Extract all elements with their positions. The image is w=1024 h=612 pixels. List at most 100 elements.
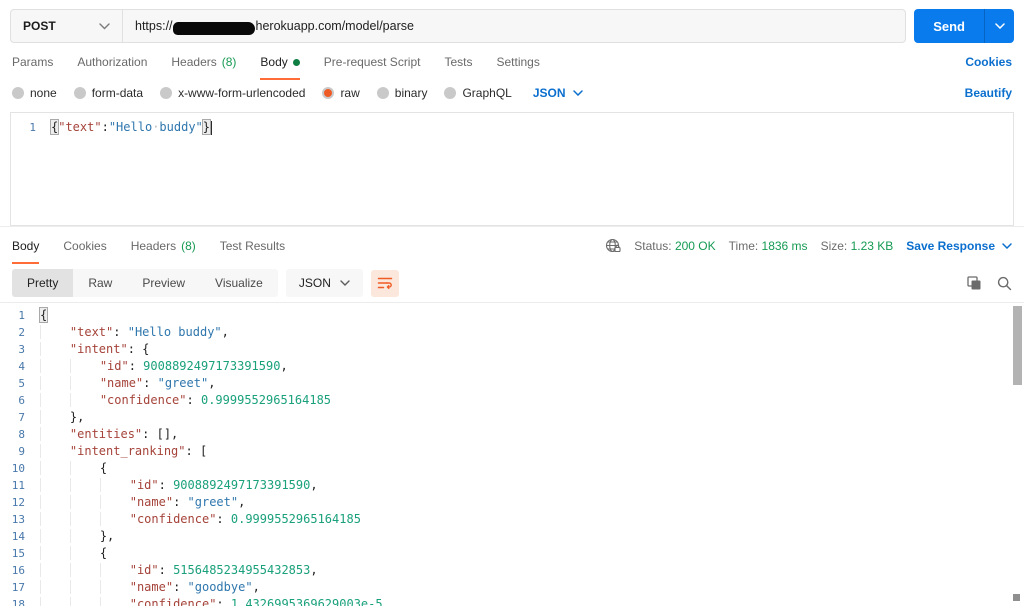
tab-settings[interactable]: Settings	[497, 44, 540, 80]
copy-button[interactable]	[967, 275, 982, 291]
code-text: {"text":"Hello·buddy"}	[49, 119, 212, 135]
code-line: 5 "name": "greet",	[0, 375, 1024, 392]
wrap-text-button[interactable]	[370, 269, 399, 297]
response-tab-test-results[interactable]: Test Results	[220, 227, 285, 264]
line-number: 16	[11, 564, 25, 577]
tab-headers[interactable]: Headers (8)	[171, 44, 236, 80]
code-line: 9 "intent_ranking": [	[0, 443, 1024, 460]
tab-label: Params	[12, 55, 54, 69]
tab-label: Headers	[171, 55, 217, 69]
view-tab-preview[interactable]: Preview	[127, 269, 201, 297]
meta-label: Time:	[728, 238, 762, 253]
code-text: "confidence": 1.4326995369629003e-5	[40, 596, 383, 606]
radio-icon	[73, 87, 86, 99]
response-tabs: Body Cookies Headers (8) Test Results Status…	[0, 226, 1024, 264]
vertical-scrollbar-thumb[interactable]	[1013, 306, 1022, 385]
code-text: {	[40, 545, 107, 562]
code-line: 14 },	[0, 528, 1024, 545]
radio-icon	[322, 87, 335, 99]
response-language-selector[interactable]: JSON	[285, 269, 363, 297]
method-label: POST	[23, 19, 56, 33]
code-text: "confidence": 0.9999552965164185	[40, 392, 331, 409]
tab-body[interactable]: Body	[260, 44, 300, 80]
tab-authorization[interactable]: Authorization	[77, 44, 147, 80]
response-body-editor[interactable]: 1{2 "text": "Hello buddy", 3 "intent": {4…	[0, 302, 1024, 606]
line-number: 17	[11, 581, 25, 594]
send-options-button[interactable]	[984, 9, 1014, 43]
search-button[interactable]	[997, 276, 1012, 291]
save-response-button[interactable]: Save Response	[906, 239, 1012, 253]
mode-label: none	[30, 86, 57, 100]
line-number: 4	[18, 360, 25, 373]
code-text: },	[40, 528, 114, 545]
line-number: 5	[18, 377, 25, 390]
line-number: 18	[11, 598, 25, 606]
send-button[interactable]: Send	[914, 9, 984, 43]
code-text: "name": "greet",	[40, 494, 245, 511]
code-line: 8 "entities": [],	[0, 426, 1024, 443]
beautify-link[interactable]: Beautify	[965, 86, 1012, 100]
response-tab-body[interactable]: Body	[12, 227, 40, 264]
code-line: 1{	[0, 307, 1024, 324]
request-tabs: Params Authorization Headers (8) Body Pre-req…	[0, 44, 1024, 80]
line-number: 3	[18, 343, 25, 356]
language-label: JSON	[532, 86, 566, 100]
code-line: 7 },	[0, 409, 1024, 426]
language-label: JSON	[298, 276, 331, 290]
code-line: 2 "text": "Hello buddy",	[0, 324, 1024, 341]
text-cursor	[211, 120, 213, 135]
tab-params[interactable]: Params	[12, 44, 53, 80]
body-mode-binary[interactable]: binary	[376, 86, 427, 100]
meta-value: 1836 ms	[761, 238, 808, 253]
code-text: "name": "goodbye",	[40, 579, 260, 596]
method-selector[interactable]: POST	[11, 10, 123, 42]
url-redaction	[172, 21, 255, 35]
view-tab-pretty[interactable]: Pretty	[12, 269, 74, 297]
view-tab-raw[interactable]: Raw	[73, 269, 128, 297]
line-number: 12	[11, 496, 25, 509]
url-prefix: https://	[135, 19, 173, 33]
chevron-down-icon	[1002, 242, 1012, 249]
body-mode-raw[interactable]: raw	[322, 86, 360, 100]
tab-label: Body	[260, 55, 288, 69]
line-number: 10	[11, 462, 25, 475]
code-line: 3 "intent": {	[0, 341, 1024, 358]
code-text: "intent": {	[40, 341, 149, 358]
send-button-group: Send	[914, 9, 1014, 43]
code-text: },	[40, 409, 84, 426]
code-text: {	[38, 307, 49, 323]
tab-label: Authorization	[77, 55, 148, 69]
body-mode-form-data[interactable]: form-data	[73, 86, 143, 100]
code-text: "id": 9008892497173391590,	[40, 358, 288, 375]
response-toolbar-icons	[967, 275, 1012, 291]
view-tab-visualize[interactable]: Visualize	[200, 269, 278, 297]
line-number: 13	[11, 513, 25, 526]
body-mode-graphql[interactable]: GraphQL	[444, 86, 512, 100]
body-mode-x-www-form-urlencoded[interactable]: x-www-form-urlencoded	[160, 86, 305, 100]
url-input[interactable]: https:// herokuapp.com/model/parse	[123, 10, 905, 42]
body-mode-none[interactable]: none	[12, 86, 57, 100]
response-view-row: Pretty Raw Preview Visualize JSON	[0, 264, 1024, 302]
tab-label: Tests	[444, 55, 473, 69]
code-line: 10 {	[0, 460, 1024, 477]
code-line: 1 {"text":"Hello·buddy"}	[11, 119, 1013, 136]
search-icon	[997, 276, 1012, 291]
response-meta: Status: 200 OK Time: 1836 ms Size: 1.23 KB…	[605, 227, 1012, 264]
code-text: "confidence": 0.9999552965164185	[40, 511, 361, 528]
request-body-editor[interactable]: 1 {"text":"Hello·buddy"}	[10, 112, 1014, 226]
raw-language-selector[interactable]: JSON	[533, 86, 583, 100]
tab-count-badge: (8)	[181, 238, 196, 253]
response-tab-cookies[interactable]: Cookies	[63, 227, 106, 264]
radio-icon	[12, 87, 24, 99]
cookies-link[interactable]: Cookies	[965, 55, 1012, 69]
line-number: 1	[29, 121, 36, 134]
code-line: 18 "confidence": 1.4326995369629003e-5	[0, 596, 1024, 606]
tab-pre-request-script[interactable]: Pre-request Script	[324, 44, 421, 80]
code-line: 15 {	[0, 545, 1024, 562]
response-tab-headers[interactable]: Headers (8)	[131, 227, 196, 264]
scrollbar-corner[interactable]	[1013, 594, 1020, 601]
meta-value: 1.23 KB	[850, 238, 894, 253]
send-label: Send	[933, 18, 965, 34]
line-number: 6	[18, 394, 25, 407]
tab-tests[interactable]: Tests	[444, 44, 472, 80]
